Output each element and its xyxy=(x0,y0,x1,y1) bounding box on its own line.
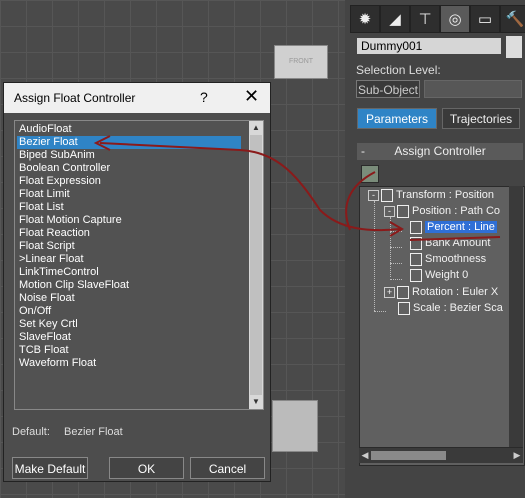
expand-toggle-icon[interactable]: - xyxy=(368,189,379,201)
list-item[interactable]: Float Limit xyxy=(19,188,70,201)
scroll-up-icon[interactable]: ▲ xyxy=(249,121,263,135)
tree-node-scale[interactable]: Scale : Bezier Sca xyxy=(398,300,503,316)
motion-tab[interactable]: ◎ xyxy=(440,5,470,33)
float-controller-icon xyxy=(410,220,422,234)
list-item[interactable]: LinkTimeControl xyxy=(19,266,99,279)
dialog-titlebar[interactable]: Assign Float Controller ? ✕ xyxy=(4,83,270,113)
assign-float-controller-dialog: Assign Float Controller ? ✕ AudioFloat B… xyxy=(3,82,271,482)
help-icon[interactable]: ? xyxy=(200,89,208,105)
object-name-field[interactable]: Dummy001 xyxy=(357,38,501,54)
controller-list[interactable]: AudioFloat Bezier Float Biped SubAnim Bo… xyxy=(14,120,264,410)
tree-node-position[interactable]: - Position : Path Co xyxy=(384,203,500,219)
list-item[interactable]: Boolean Controller xyxy=(19,162,110,175)
list-item[interactable]: Set Key Crtl xyxy=(19,318,78,331)
front-viewcube[interactable]: FRONT xyxy=(274,45,328,79)
dummy-object[interactable] xyxy=(272,400,318,452)
dialog-title: Assign Float Controller xyxy=(14,91,136,105)
sub-object-dropdown[interactable] xyxy=(424,80,522,98)
float-controller-icon xyxy=(410,236,422,250)
cancel-button[interactable]: Cancel xyxy=(190,457,265,479)
list-item[interactable]: Motion Clip SlaveFloat xyxy=(19,279,129,292)
scroll-track[interactable] xyxy=(250,135,262,395)
tree-horizontal-scrollbar[interactable]: ◀ ▶ xyxy=(359,447,523,463)
display-icon: ▭ xyxy=(477,9,493,28)
assign-controller-rollout[interactable]: Assign Controller - xyxy=(357,143,523,160)
controller-tree: - Transform : Position - Position : Path C… xyxy=(359,186,525,466)
tree-node-bank-amount[interactable]: Bank Amount xyxy=(410,235,490,251)
close-icon[interactable]: ✕ xyxy=(244,86,259,107)
assign-controller-button[interactable] xyxy=(361,165,379,183)
ok-button[interactable]: OK xyxy=(109,457,184,479)
scroll-left-icon[interactable]: ◀ xyxy=(359,448,371,463)
float-controller-icon xyxy=(410,268,422,282)
expand-toggle-icon[interactable]: - xyxy=(384,205,395,217)
list-item[interactable]: Noise Float xyxy=(19,292,75,305)
list-item[interactable]: Float Reaction xyxy=(19,227,90,240)
list-item[interactable]: On/Off xyxy=(19,305,51,318)
motion-icon: ◎ xyxy=(448,9,462,28)
rotation-controller-icon xyxy=(397,285,409,299)
tree-node-weight[interactable]: Weight 0 xyxy=(410,267,468,283)
list-item[interactable]: Biped SubAnim xyxy=(19,149,95,162)
default-label: Default: xyxy=(12,426,50,438)
create-icon: ✹ xyxy=(358,9,372,28)
utilities-tab[interactable]: 🔨 xyxy=(500,5,525,33)
tree-node-rotation[interactable]: + Rotation : Euler X xyxy=(384,284,498,300)
modify-icon: ◢ xyxy=(389,9,401,28)
utilities-icon: 🔨 xyxy=(505,9,525,28)
list-item-selected[interactable]: Bezier Float xyxy=(17,136,241,149)
position-controller-icon xyxy=(397,204,409,218)
selection-level-label: Selection Level: xyxy=(356,63,441,77)
hierarchy-icon: ⊤ xyxy=(418,9,432,28)
default-value: Bezier Float xyxy=(64,426,123,438)
sub-object-button[interactable]: Sub-Object xyxy=(356,80,420,98)
scroll-down-icon[interactable]: ▼ xyxy=(249,395,263,409)
scale-controller-icon xyxy=(398,301,410,315)
float-controller-icon xyxy=(410,252,422,266)
rollout-collapse-icon[interactable]: - xyxy=(361,143,365,160)
rollout-title: Assign Controller xyxy=(394,144,486,158)
tree-node-percent[interactable]: Percent : Line xyxy=(410,219,497,235)
trajectories-tab[interactable]: Trajectories xyxy=(442,108,520,129)
scroll-right-icon[interactable]: ▶ xyxy=(511,448,523,463)
list-item[interactable]: Float Script xyxy=(19,240,75,253)
list-item[interactable]: TCB Float xyxy=(19,344,69,357)
list-item[interactable]: Float Motion Capture xyxy=(19,214,122,227)
tree-node-smoothness[interactable]: Smoothness xyxy=(410,251,486,267)
list-item[interactable]: Float Expression xyxy=(19,175,101,188)
make-default-button[interactable]: Make Default xyxy=(12,457,88,479)
object-color-swatch[interactable] xyxy=(506,36,522,58)
list-item[interactable]: AudioFloat xyxy=(19,123,72,136)
list-scrollbar[interactable]: ▲ ▼ xyxy=(249,121,263,409)
create-tab[interactable]: ✹ xyxy=(350,5,380,33)
tree-vertical-scrollbar[interactable] xyxy=(509,186,523,447)
hierarchy-tab[interactable]: ⊤ xyxy=(410,5,440,33)
display-tab[interactable]: ▭ xyxy=(470,5,500,33)
tree-node-transform[interactable]: - Transform : Position xyxy=(368,187,494,203)
list-item[interactable]: >Linear Float xyxy=(19,253,84,266)
transform-controller-icon xyxy=(381,188,393,202)
list-item[interactable]: Float List xyxy=(19,201,64,214)
parameters-tab[interactable]: Parameters xyxy=(357,108,437,129)
list-item[interactable]: Waveform Float xyxy=(19,357,96,370)
scroll-thumb[interactable] xyxy=(371,451,446,460)
command-panel: ✹ ◢ ⊤ ◎ ▭ 🔨 Dummy001 Selection Level: Su… xyxy=(345,0,525,498)
expand-toggle-icon[interactable]: + xyxy=(384,286,395,298)
list-item[interactable]: SlaveFloat xyxy=(19,331,71,344)
modify-tab[interactable]: ◢ xyxy=(380,5,410,33)
